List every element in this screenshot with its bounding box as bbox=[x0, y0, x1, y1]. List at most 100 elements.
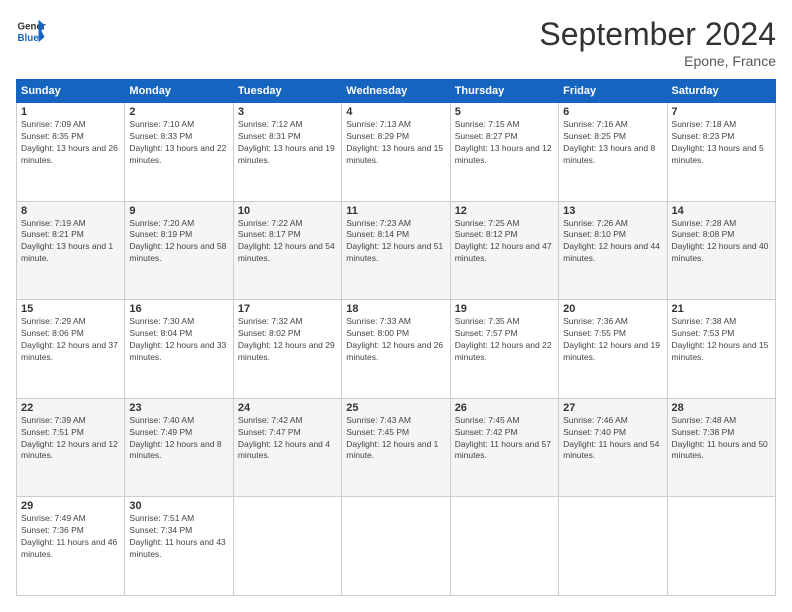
table-row: 17Sunrise: 7:32 AMSunset: 8:02 PMDayligh… bbox=[233, 300, 341, 399]
table-row: 28Sunrise: 7:48 AMSunset: 7:38 PMDayligh… bbox=[667, 398, 775, 497]
table-row: 26Sunrise: 7:45 AMSunset: 7:42 PMDayligh… bbox=[450, 398, 558, 497]
day-info: Sunrise: 7:32 AMSunset: 8:02 PMDaylight:… bbox=[238, 316, 337, 364]
day-info: Sunrise: 7:19 AMSunset: 8:21 PMDaylight:… bbox=[21, 218, 120, 266]
day-info: Sunrise: 7:20 AMSunset: 8:19 PMDaylight:… bbox=[129, 218, 228, 266]
table-row bbox=[450, 497, 558, 596]
day-info: Sunrise: 7:15 AMSunset: 8:27 PMDaylight:… bbox=[455, 119, 554, 167]
day-number: 12 bbox=[455, 205, 554, 217]
calendar-week-row: 15Sunrise: 7:29 AMSunset: 8:06 PMDayligh… bbox=[17, 300, 776, 399]
day-number: 11 bbox=[346, 205, 445, 217]
day-info: Sunrise: 7:49 AMSunset: 7:36 PMDaylight:… bbox=[21, 513, 120, 561]
logo-icon: General Blue bbox=[16, 16, 46, 46]
day-number: 17 bbox=[238, 303, 337, 315]
table-row: 5Sunrise: 7:15 AMSunset: 8:27 PMDaylight… bbox=[450, 103, 558, 202]
calendar-week-row: 22Sunrise: 7:39 AMSunset: 7:51 PMDayligh… bbox=[17, 398, 776, 497]
day-number: 22 bbox=[21, 402, 120, 414]
calendar-week-row: 29Sunrise: 7:49 AMSunset: 7:36 PMDayligh… bbox=[17, 497, 776, 596]
table-row bbox=[667, 497, 775, 596]
table-row: 22Sunrise: 7:39 AMSunset: 7:51 PMDayligh… bbox=[17, 398, 125, 497]
day-info: Sunrise: 7:22 AMSunset: 8:17 PMDaylight:… bbox=[238, 218, 337, 266]
day-info: Sunrise: 7:16 AMSunset: 8:25 PMDaylight:… bbox=[563, 119, 662, 167]
day-info: Sunrise: 7:40 AMSunset: 7:49 PMDaylight:… bbox=[129, 415, 228, 463]
svg-text:Blue: Blue bbox=[18, 33, 40, 44]
day-info: Sunrise: 7:48 AMSunset: 7:38 PMDaylight:… bbox=[672, 415, 771, 463]
table-row bbox=[342, 497, 450, 596]
day-info: Sunrise: 7:45 AMSunset: 7:42 PMDaylight:… bbox=[455, 415, 554, 463]
day-number: 8 bbox=[21, 205, 120, 217]
day-number: 24 bbox=[238, 402, 337, 414]
day-number: 3 bbox=[238, 106, 337, 118]
table-row: 10Sunrise: 7:22 AMSunset: 8:17 PMDayligh… bbox=[233, 201, 341, 300]
table-row: 24Sunrise: 7:42 AMSunset: 7:47 PMDayligh… bbox=[233, 398, 341, 497]
day-info: Sunrise: 7:10 AMSunset: 8:33 PMDaylight:… bbox=[129, 119, 228, 167]
table-row: 16Sunrise: 7:30 AMSunset: 8:04 PMDayligh… bbox=[125, 300, 233, 399]
day-info: Sunrise: 7:46 AMSunset: 7:40 PMDaylight:… bbox=[563, 415, 662, 463]
location: Epone, France bbox=[539, 53, 776, 69]
calendar-week-row: 8Sunrise: 7:19 AMSunset: 8:21 PMDaylight… bbox=[17, 201, 776, 300]
table-row: 20Sunrise: 7:36 AMSunset: 7:55 PMDayligh… bbox=[559, 300, 667, 399]
col-thursday: Thursday bbox=[450, 80, 558, 103]
col-wednesday: Wednesday bbox=[342, 80, 450, 103]
table-row: 21Sunrise: 7:38 AMSunset: 7:53 PMDayligh… bbox=[667, 300, 775, 399]
table-row: 4Sunrise: 7:13 AMSunset: 8:29 PMDaylight… bbox=[342, 103, 450, 202]
day-number: 15 bbox=[21, 303, 120, 315]
day-info: Sunrise: 7:13 AMSunset: 8:29 PMDaylight:… bbox=[346, 119, 445, 167]
table-row: 27Sunrise: 7:46 AMSunset: 7:40 PMDayligh… bbox=[559, 398, 667, 497]
day-number: 27 bbox=[563, 402, 662, 414]
day-info: Sunrise: 7:18 AMSunset: 8:23 PMDaylight:… bbox=[672, 119, 771, 167]
month-title: September 2024 bbox=[539, 16, 776, 53]
day-info: Sunrise: 7:25 AMSunset: 8:12 PMDaylight:… bbox=[455, 218, 554, 266]
table-row: 30Sunrise: 7:51 AMSunset: 7:34 PMDayligh… bbox=[125, 497, 233, 596]
day-number: 28 bbox=[672, 402, 771, 414]
day-number: 19 bbox=[455, 303, 554, 315]
day-number: 21 bbox=[672, 303, 771, 315]
table-row: 23Sunrise: 7:40 AMSunset: 7:49 PMDayligh… bbox=[125, 398, 233, 497]
day-number: 23 bbox=[129, 402, 228, 414]
calendar-table: Sunday Monday Tuesday Wednesday Thursday… bbox=[16, 79, 776, 596]
day-info: Sunrise: 7:43 AMSunset: 7:45 PMDaylight:… bbox=[346, 415, 445, 463]
table-row: 1Sunrise: 7:09 AMSunset: 8:35 PMDaylight… bbox=[17, 103, 125, 202]
table-row: 6Sunrise: 7:16 AMSunset: 8:25 PMDaylight… bbox=[559, 103, 667, 202]
day-info: Sunrise: 7:30 AMSunset: 8:04 PMDaylight:… bbox=[129, 316, 228, 364]
day-number: 5 bbox=[455, 106, 554, 118]
day-number: 4 bbox=[346, 106, 445, 118]
table-row: 11Sunrise: 7:23 AMSunset: 8:14 PMDayligh… bbox=[342, 201, 450, 300]
col-tuesday: Tuesday bbox=[233, 80, 341, 103]
day-info: Sunrise: 7:33 AMSunset: 8:00 PMDaylight:… bbox=[346, 316, 445, 364]
table-row: 14Sunrise: 7:28 AMSunset: 8:08 PMDayligh… bbox=[667, 201, 775, 300]
col-monday: Monday bbox=[125, 80, 233, 103]
day-number: 7 bbox=[672, 106, 771, 118]
col-sunday: Sunday bbox=[17, 80, 125, 103]
table-row: 12Sunrise: 7:25 AMSunset: 8:12 PMDayligh… bbox=[450, 201, 558, 300]
day-number: 30 bbox=[129, 500, 228, 512]
table-row: 15Sunrise: 7:29 AMSunset: 8:06 PMDayligh… bbox=[17, 300, 125, 399]
day-info: Sunrise: 7:26 AMSunset: 8:10 PMDaylight:… bbox=[563, 218, 662, 266]
day-number: 18 bbox=[346, 303, 445, 315]
table-row: 7Sunrise: 7:18 AMSunset: 8:23 PMDaylight… bbox=[667, 103, 775, 202]
day-number: 25 bbox=[346, 402, 445, 414]
day-info: Sunrise: 7:29 AMSunset: 8:06 PMDaylight:… bbox=[21, 316, 120, 364]
table-row bbox=[233, 497, 341, 596]
day-info: Sunrise: 7:38 AMSunset: 7:53 PMDaylight:… bbox=[672, 316, 771, 364]
table-row: 2Sunrise: 7:10 AMSunset: 8:33 PMDaylight… bbox=[125, 103, 233, 202]
day-number: 16 bbox=[129, 303, 228, 315]
page: General Blue September 2024 Epone, Franc… bbox=[0, 0, 792, 612]
day-number: 1 bbox=[21, 106, 120, 118]
day-number: 13 bbox=[563, 205, 662, 217]
day-info: Sunrise: 7:42 AMSunset: 7:47 PMDaylight:… bbox=[238, 415, 337, 463]
table-row: 25Sunrise: 7:43 AMSunset: 7:45 PMDayligh… bbox=[342, 398, 450, 497]
day-number: 14 bbox=[672, 205, 771, 217]
day-info: Sunrise: 7:28 AMSunset: 8:08 PMDaylight:… bbox=[672, 218, 771, 266]
table-row: 8Sunrise: 7:19 AMSunset: 8:21 PMDaylight… bbox=[17, 201, 125, 300]
table-row: 3Sunrise: 7:12 AMSunset: 8:31 PMDaylight… bbox=[233, 103, 341, 202]
day-number: 10 bbox=[238, 205, 337, 217]
table-row: 19Sunrise: 7:35 AMSunset: 7:57 PMDayligh… bbox=[450, 300, 558, 399]
day-info: Sunrise: 7:09 AMSunset: 8:35 PMDaylight:… bbox=[21, 119, 120, 167]
day-info: Sunrise: 7:12 AMSunset: 8:31 PMDaylight:… bbox=[238, 119, 337, 167]
col-saturday: Saturday bbox=[667, 80, 775, 103]
day-number: 20 bbox=[563, 303, 662, 315]
table-row: 9Sunrise: 7:20 AMSunset: 8:19 PMDaylight… bbox=[125, 201, 233, 300]
calendar-week-row: 1Sunrise: 7:09 AMSunset: 8:35 PMDaylight… bbox=[17, 103, 776, 202]
day-number: 2 bbox=[129, 106, 228, 118]
header: General Blue September 2024 Epone, Franc… bbox=[16, 16, 776, 69]
